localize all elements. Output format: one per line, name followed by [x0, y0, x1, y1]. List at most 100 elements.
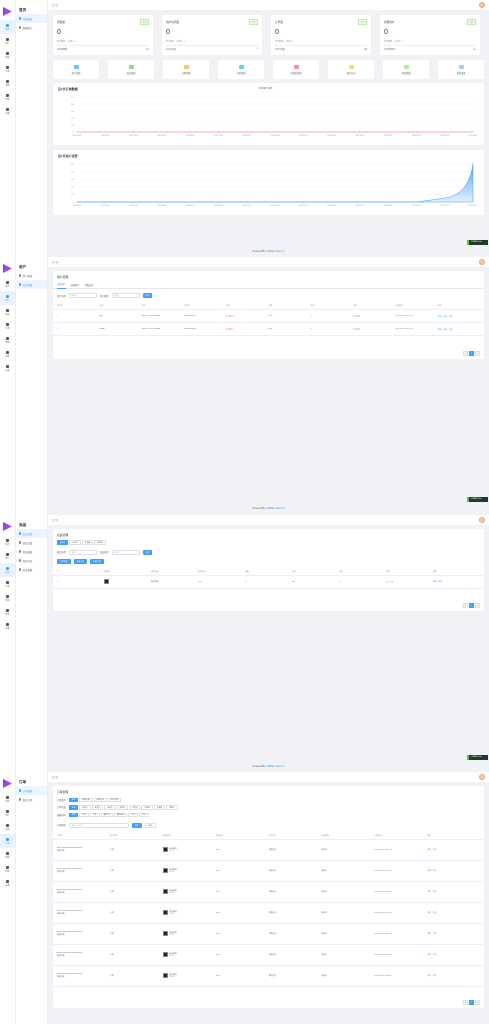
action-link-2[interactable]: 更多 [449, 316, 453, 318]
export-button[interactable]: 导出 [144, 822, 157, 828]
nav-item-5[interactable]: 财务 [0, 347, 15, 361]
filter-chip[interactable]: 全部 [68, 797, 79, 802]
quick-link-2[interactable]: 订单管理 [163, 60, 209, 79]
search-button[interactable]: 搜索 [142, 549, 153, 555]
prev-page-button[interactable]: < [463, 351, 468, 356]
sub-item-after-sale[interactable]: 售后订单 [16, 795, 47, 804]
action-link-0[interactable]: 详情 [427, 975, 431, 977]
action-link-0[interactable]: 详情 [427, 870, 431, 872]
action-link-0[interactable]: 详情 [427, 891, 431, 893]
action-link-0[interactable]: 编辑 [438, 329, 442, 331]
batch-off-button[interactable]: 批量下架 [90, 558, 104, 564]
filter-chip[interactable]: 最近30天 [113, 812, 128, 817]
sub-item-1[interactable]: 商品分类 [16, 538, 47, 547]
nav-item-1[interactable]: 用户 [0, 291, 15, 305]
filter-chip[interactable]: 已完成 [128, 805, 141, 810]
nav-item-4[interactable]: 营销 [0, 591, 15, 605]
nickname-input[interactable]: 请输入 [111, 293, 140, 298]
sub-item-statistics[interactable]: 数据统计 [16, 23, 47, 32]
footer-link[interactable]: CRMEB Java 1.0 [266, 507, 284, 510]
nav-item-3[interactable]: 订单 [0, 62, 15, 76]
nav-item-5[interactable]: 财务 [0, 605, 15, 619]
page-1-button[interactable]: 1 [469, 1000, 474, 1005]
prev-page-button[interactable]: < [463, 603, 468, 608]
status-chip-1[interactable]: 仓库中 [69, 540, 81, 545]
nav-item-6[interactable]: 设置 [0, 104, 15, 118]
status-chip-3[interactable]: 回收站 [94, 540, 106, 545]
action-link-1[interactable]: 更多 [433, 891, 437, 893]
nav-item-4[interactable]: 营销 [0, 848, 15, 862]
nav-item-0[interactable]: 首页 [0, 277, 15, 291]
nav-item-3[interactable]: 订单 [0, 577, 15, 591]
action-link-0[interactable]: 详情 [427, 912, 431, 914]
batch-on-button[interactable]: 批量上架 [73, 558, 88, 564]
tab-normal[interactable]: 普通用户 [71, 281, 80, 289]
nav-item-1[interactable]: 用户 [0, 806, 15, 820]
avatar[interactable] [479, 259, 485, 265]
name-input[interactable]: 请输入 [68, 293, 97, 298]
nav-item-4[interactable]: 营销 [0, 76, 15, 90]
filter-chip[interactable]: 已删除 [153, 805, 166, 810]
nav-item-6[interactable]: 设置 [0, 876, 15, 890]
quick-link-6[interactable]: 提现管理 [383, 60, 429, 79]
nav-item-1[interactable]: 用户 [0, 549, 15, 563]
action-link-1[interactable]: 更多 [433, 870, 437, 872]
footer-link[interactable]: CRMEB Java 1.0 [266, 765, 284, 768]
filter-chip[interactable]: 全部 [68, 805, 79, 810]
sub-item-4[interactable]: 商品参数 [16, 565, 47, 574]
page-1-button[interactable]: 1 [469, 603, 474, 608]
avatar[interactable] [479, 2, 485, 8]
tab-paid[interactable]: 付费会员 [85, 281, 94, 289]
sub-item-member-level[interactable]: 会员等级 [16, 280, 47, 289]
quick-link-5[interactable]: 积分日志 [328, 60, 374, 79]
action-link-1[interactable]: 删除 [439, 581, 443, 583]
sub-item-order-manage[interactable]: 订单管理 [16, 786, 47, 795]
filter-chip[interactable]: 未发货 [91, 805, 104, 810]
nav-item-2[interactable]: 商品 [0, 820, 15, 834]
action-link-0[interactable]: 详情 [427, 849, 431, 851]
nav-item-2[interactable]: 商品 [0, 563, 15, 577]
nav-item-5[interactable]: 财务 [0, 90, 15, 104]
nav-item-1[interactable]: 用户 [0, 34, 15, 48]
filter-chip[interactable]: 本月 [128, 812, 138, 817]
nav-item-2[interactable]: 商品 [0, 305, 15, 319]
quick-link-1[interactable]: 商品管理 [108, 60, 154, 79]
filter-chip[interactable]: 已退款 [141, 805, 153, 810]
nav-item-4[interactable]: 营销 [0, 333, 15, 347]
action-link-0[interactable]: 详情 [427, 933, 431, 935]
nav-item-3[interactable]: 订单 [0, 834, 15, 848]
sub-item-user-manage[interactable]: 用户管理 [16, 271, 47, 280]
nav-item-5[interactable]: 财务 [0, 862, 15, 876]
quick-link-3[interactable]: 分类管理 [218, 60, 264, 79]
add-goods-button[interactable]: 添加商品 [57, 558, 71, 564]
action-link-2[interactable]: 更多 [449, 329, 453, 331]
next-page-button[interactable]: > [475, 351, 480, 356]
quick-link-7[interactable]: 系统设置 [438, 60, 484, 79]
tab-all[interactable]: 全部用户 [57, 281, 66, 289]
filter-chip[interactable]: 退款中 [166, 805, 178, 810]
status-chip-2[interactable]: 已售罄 [81, 540, 94, 545]
prev-page-button[interactable]: < [463, 1000, 468, 1005]
nav-item-3[interactable]: 订单 [0, 319, 15, 333]
quick-link-4[interactable]: 优惠券管理 [273, 60, 319, 79]
avatar[interactable] [479, 517, 485, 523]
action-link-1[interactable]: 更多 [433, 912, 437, 914]
filter-chip[interactable]: 待评价 [116, 805, 128, 810]
action-link-1[interactable]: 更多 [433, 933, 437, 935]
action-link-1[interactable]: 更多 [433, 849, 437, 851]
filter-chip[interactable]: 昨天 [89, 812, 100, 817]
nav-item-0[interactable]: 首页 [0, 792, 15, 806]
action-link-0[interactable]: 详情 [427, 954, 431, 956]
action-link-1[interactable]: 详情 [443, 329, 447, 331]
nav-item-0[interactable]: 首页 [0, 20, 15, 34]
goods-name-input[interactable]: 请输入 [111, 549, 140, 555]
action-link-0[interactable]: 编辑 [433, 581, 437, 583]
filter-chip[interactable]: 最近7天 [100, 812, 113, 817]
action-link-1[interactable]: 更多 [433, 975, 437, 977]
filter-chip[interactable]: 本年 [138, 812, 149, 817]
quick-link-0[interactable]: 用户管理 [53, 60, 99, 79]
nav-item-6[interactable]: 设置 [0, 361, 15, 375]
avatar[interactable] [479, 774, 485, 780]
sub-item-control-panel[interactable]: 控制面板 [16, 14, 47, 23]
footer-link[interactable]: CRMEB Java 1.0 [266, 250, 284, 253]
